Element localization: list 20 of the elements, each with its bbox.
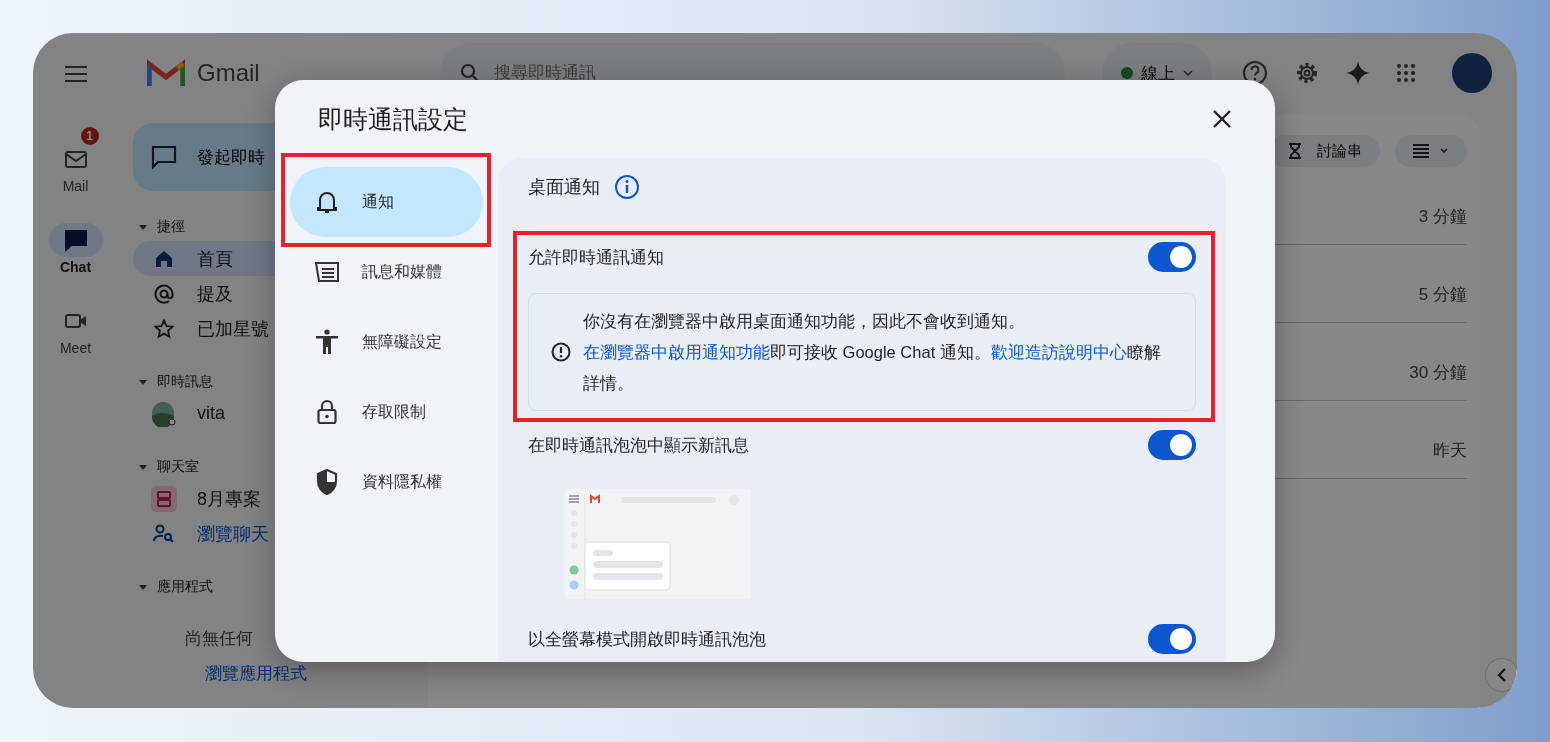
- notice-text: 你沒有在瀏覽器中啟用桌面通知功能，因此不會收到通知。: [583, 310, 1026, 332]
- section-title: 即時訊息: [157, 373, 213, 391]
- section-title: 應用程式: [157, 578, 213, 596]
- rail-label: Chat: [59, 259, 92, 275]
- setting-label: 以全螢幕模式開啟即時通訊泡泡: [528, 628, 766, 651]
- notice-text: 在瀏覽器中啟用通知功能即可接收 Google Chat 通知。歡迎造訪說明中心瞭解詳情。: [583, 341, 1162, 394]
- setting-label: 在即時通訊泡泡中顯示新訊息: [528, 434, 749, 457]
- setting-label: 允許即時通訊通知: [528, 246, 664, 269]
- app-name: Gmail: [197, 59, 260, 87]
- section-title: 聊天室: [157, 458, 199, 476]
- empty-message: 尚無任何: [185, 629, 253, 649]
- timestamp: 30 分鐘: [1409, 362, 1467, 384]
- timestamp: 3 分鐘: [1418, 206, 1467, 228]
- timestamp: 5 分鐘: [1418, 284, 1467, 306]
- section-title: 桌面通知: [528, 176, 600, 199]
- rail-label: Meet: [59, 340, 92, 356]
- section-title: 捷徑: [157, 218, 185, 236]
- unread-badge: 1: [78, 125, 101, 147]
- rail-label: Mail: [62, 178, 89, 194]
- timestamp: 昨天: [1433, 440, 1467, 462]
